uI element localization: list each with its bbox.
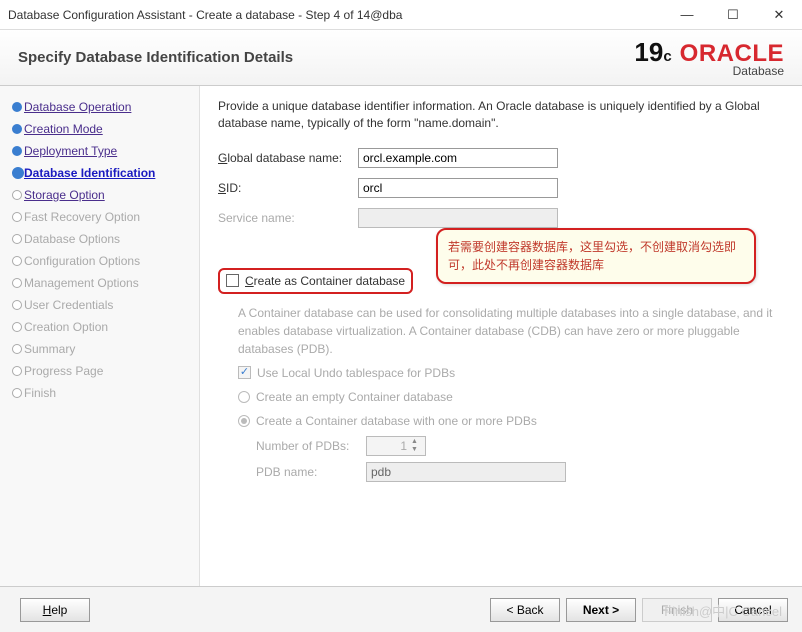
page-title: Specify Database Identification Details <box>18 49 634 66</box>
pdb-name-input <box>366 462 566 482</box>
container-desc: A Container database can be used for con… <box>238 304 784 358</box>
use-local-undo-label: Use Local Undo tablespace for PDBs <box>257 364 455 382</box>
num-pdbs-label: Number of PDBs: <box>256 437 366 455</box>
logo-brand: ORACLE <box>680 40 784 67</box>
logo-version: 19 <box>634 37 663 68</box>
nav-storage-option[interactable]: Storage Option <box>8 184 195 206</box>
sid-input[interactable] <box>358 178 558 198</box>
with-pdbs-radio <box>238 415 250 427</box>
next-button[interactable]: Next > <box>566 598 636 622</box>
spinner-up-icon: ▲ <box>411 438 425 446</box>
nav-management-options: Management Options <box>8 272 195 294</box>
nav-summary: Summary <box>8 338 195 360</box>
finish-button: Finish <box>642 598 712 622</box>
page-header: Specify Database Identification Details … <box>0 30 802 86</box>
oracle-logo: 19 c ORACLE Database <box>634 37 784 78</box>
nav-progress-page: Progress Page <box>8 360 195 382</box>
global-db-name-input[interactable] <box>358 148 558 168</box>
nav-database-operation[interactable]: Database Operation <box>8 96 195 118</box>
intro-text: Provide a unique database identifier inf… <box>218 98 784 132</box>
service-name-label: Service name: <box>218 211 358 225</box>
nav-user-credentials: User Credentials <box>8 294 195 316</box>
nav-fast-recovery: Fast Recovery Option <box>8 206 195 228</box>
nav-configuration-options: Configuration Options <box>8 250 195 272</box>
close-button[interactable]: ✕ <box>756 0 802 29</box>
empty-container-label: Create an empty Container database <box>256 388 453 406</box>
main-panel: Provide a unique database identifier inf… <box>200 86 802 586</box>
window-title: Database Configuration Assistant - Creat… <box>8 8 664 22</box>
nav-database-identification[interactable]: Database Identification <box>8 162 195 184</box>
cancel-button[interactable]: Cancel <box>718 598 788 622</box>
sid-label: SID: <box>218 181 358 195</box>
pdb-name-label: PDB name: <box>256 463 366 481</box>
nav-creation-option: Creation Option <box>8 316 195 338</box>
help-button[interactable]: Help <box>20 598 90 622</box>
nav-creation-mode[interactable]: Creation Mode <box>8 118 195 140</box>
use-local-undo-checkbox <box>238 366 251 379</box>
service-name-input <box>358 208 558 228</box>
create-container-label[interactable]: Create as Container database <box>245 274 405 288</box>
empty-container-radio <box>238 391 250 403</box>
maximize-button[interactable]: ☐ <box>710 0 756 29</box>
nav-deployment-type[interactable]: Deployment Type <box>8 140 195 162</box>
window-titlebar: Database Configuration Assistant - Creat… <box>0 0 802 30</box>
nav-database-options: Database Options <box>8 228 195 250</box>
create-container-highlight: Create as Container database <box>218 268 413 294</box>
num-pdbs-value: 1 <box>367 437 411 455</box>
wizard-footer: Help < Back Next > Finish Cancel Finish@… <box>0 586 802 632</box>
back-button[interactable]: < Back <box>490 598 560 622</box>
spinner-down-icon: ▼ <box>411 446 425 454</box>
create-container-checkbox[interactable] <box>226 274 239 287</box>
nav-finish: Finish <box>8 382 195 404</box>
global-db-name-label: Global database name: <box>218 151 358 165</box>
logo-suffix: c <box>663 48 671 65</box>
with-pdbs-label: Create a Container database with one or … <box>256 412 537 430</box>
annotation-callout: 若需要创建容器数据库，这里勾选，不创建取消勾选即可，此处不再创建容器数据库 <box>436 228 756 284</box>
minimize-button[interactable]: ― <box>664 0 710 29</box>
num-pdbs-spinner: 1 ▲▼ <box>366 436 426 456</box>
wizard-nav: Database Operation Creation Mode Deploym… <box>0 86 200 586</box>
